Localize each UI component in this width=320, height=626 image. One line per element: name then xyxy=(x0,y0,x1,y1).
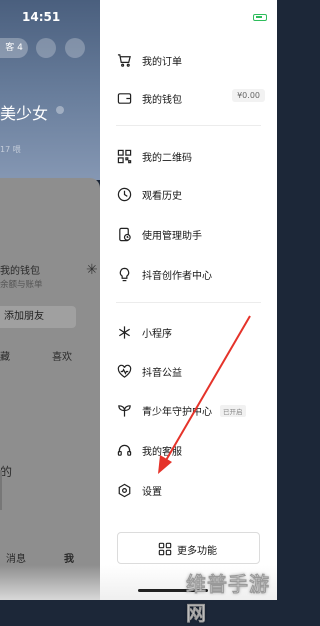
sprout-icon xyxy=(116,402,132,418)
menu-item-charity[interactable]: 抖音公益 xyxy=(100,353,277,389)
menu-icon[interactable] xyxy=(65,38,85,58)
menu-label: 使用管理助手 xyxy=(142,231,202,242)
menu-label: 青少年守护中心 xyxy=(142,407,212,418)
cart-icon xyxy=(116,52,132,68)
wallet-icon xyxy=(116,90,132,106)
nav-me[interactable]: 我 xyxy=(64,550,74,565)
menu-item-mini-program[interactable]: 小程序 xyxy=(100,314,277,350)
side-drawer: 我的订单 我的钱包 ¥0.00 我的二维码 观看历史 使用管理助手 抖音创作者中… xyxy=(100,0,277,600)
heart-icon xyxy=(116,363,132,379)
watermark: 维普手游网 xyxy=(186,572,270,625)
tab-likes[interactable]: 喜欢 xyxy=(52,348,72,363)
menu-label: 设置 xyxy=(142,487,162,498)
headset-icon xyxy=(116,442,132,458)
menu-item-youth-guardian[interactable]: 青少年守护中心 已开启 xyxy=(100,392,277,428)
more-functions-label: 更多功能 xyxy=(177,546,217,557)
menu-label: 小程序 xyxy=(142,329,172,340)
tab-collect[interactable]: 藏 xyxy=(0,348,10,363)
mini-program-icon xyxy=(116,324,132,340)
profile-dot xyxy=(56,106,64,114)
background-profile-page: 14:51 客 4 美少女 17 喂 我的钱包 余额与账单 ✳ 添加朋友 藏 喜… xyxy=(0,0,100,600)
profile-name: 美少女 xyxy=(0,104,49,123)
menu-item-usage-assistant[interactable]: 使用管理助手 xyxy=(100,216,277,252)
bg-wallet-sub: 余额与账单 xyxy=(0,280,43,290)
menu-label: 我的客服 xyxy=(142,447,182,458)
nav-messages[interactable]: 消息 xyxy=(6,550,26,565)
menu-label: 我的钱包 xyxy=(142,95,182,106)
profile-content-card xyxy=(0,178,100,600)
bg-wallet-title: 我的钱包 xyxy=(0,266,40,277)
clock-icon xyxy=(116,186,132,202)
menu-item-creator-center[interactable]: 抖音创作者中心 xyxy=(100,256,277,292)
menu-item-settings[interactable]: 设置 xyxy=(100,472,277,508)
status-time: 14:51 xyxy=(22,10,61,24)
search-icon[interactable] xyxy=(36,38,56,58)
menu-item-customer-service[interactable]: 我的客服 xyxy=(100,432,277,468)
menu-label: 抖音公益 xyxy=(142,368,182,379)
visitor-pill[interactable]: 客 4 xyxy=(0,38,28,58)
grid-icon xyxy=(158,541,172,556)
menu-divider xyxy=(116,302,261,303)
menu-label: 抖音创作者中心 xyxy=(142,271,212,282)
menu-item-watch-history[interactable]: 观看历史 xyxy=(100,176,277,212)
bg-divider xyxy=(0,470,2,510)
menu-item-qr-code[interactable]: 我的二维码 xyxy=(100,138,277,174)
menu-label: 我的二维码 xyxy=(142,153,192,164)
menu-label: 我的订单 xyxy=(142,57,182,68)
menu-divider xyxy=(116,125,261,126)
more-functions-button[interactable]: 更多功能 xyxy=(117,532,260,564)
qr-code-icon xyxy=(116,148,132,164)
menu-item-orders[interactable]: 我的订单 xyxy=(100,42,277,78)
lightbulb-icon xyxy=(116,266,132,282)
phone-timer-icon xyxy=(116,226,132,242)
add-friend-button[interactable]: 添加朋友 xyxy=(0,306,76,328)
menu-item-wallet[interactable]: 我的钱包 ¥0.00 xyxy=(100,80,277,116)
wallet-balance: ¥0.00 xyxy=(232,89,265,102)
profile-small-text: 17 喂 xyxy=(0,145,21,154)
battery-icon xyxy=(253,14,267,21)
status-badge: 已开启 xyxy=(220,405,246,417)
menu-label: 观看历史 xyxy=(142,191,182,202)
gear-icon xyxy=(116,482,132,498)
bg-sparkle-icon: ✳ xyxy=(86,262,98,278)
